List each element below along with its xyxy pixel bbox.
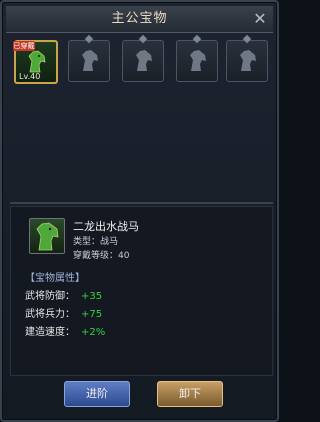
attribute-row: 建造速度： +2% [25,323,260,338]
equipped-badge: 已穿戴 [13,41,35,51]
slot-pin [192,34,202,44]
treasure-attributes: 【宝物属性】 武将防御： +35 武将兵力： +75 建造速度： +2% [25,269,260,339]
window-title: 主公宝物 [111,11,168,26]
slot-4[interactable] [176,34,218,82]
slot-level: Lv.40 [19,72,41,81]
attribute-row: 武将防御： +35 [25,287,260,302]
slot-pin [138,34,148,44]
slot-pin [242,34,252,44]
attribute-value: +75 [81,309,103,320]
treasure-panel: 主公宝物 ✕ 已穿戴 Lv.40 二龙出水战马 类型：战马 穿戴等级：40 【宝… [0,0,279,422]
slot-1[interactable]: 已穿戴 Lv.40 [13,40,58,84]
attributes-title: 【宝物属性】 [25,273,85,284]
attribute-value: +35 [81,291,103,302]
horse-head-icon [240,50,256,71]
unload-button[interactable]: 卸下 [157,381,223,407]
attribute-label: 武将防御： [25,291,75,302]
slot-5[interactable] [226,34,268,82]
attribute-label: 武将兵力： [25,309,75,320]
treasure-info: 二龙出水战马 类型：战马 穿戴等级：40 【宝物属性】 武将防御： +35 武将兵… [10,206,273,376]
horse-head-icon [28,50,46,73]
treasure-slots: 已穿戴 Lv.40 [13,34,269,90]
attribute-label: 建造速度： [25,327,75,338]
item-name: 二龙出水战马 [73,220,139,233]
horse-head-icon [36,222,59,251]
advance-button[interactable]: 进阶 [64,381,130,407]
horse-head-icon [82,50,98,71]
attribute-row: 武将兵力： +75 [25,305,260,320]
slot-3[interactable] [122,34,164,82]
attribute-value: +2% [81,327,106,338]
section-divider [10,202,273,204]
item-icon [29,218,65,254]
slot-pin [84,34,94,44]
horse-head-icon [136,50,152,71]
close-button[interactable]: ✕ [250,9,270,29]
title-bar: 主公宝物 ✕ [6,6,273,33]
item-type: 类型：战马 [73,237,119,247]
horse-head-icon [190,50,206,71]
close-icon: ✕ [253,9,267,28]
slot-2[interactable] [68,34,110,82]
item-wear-level: 穿戴等级：40 [73,251,130,261]
